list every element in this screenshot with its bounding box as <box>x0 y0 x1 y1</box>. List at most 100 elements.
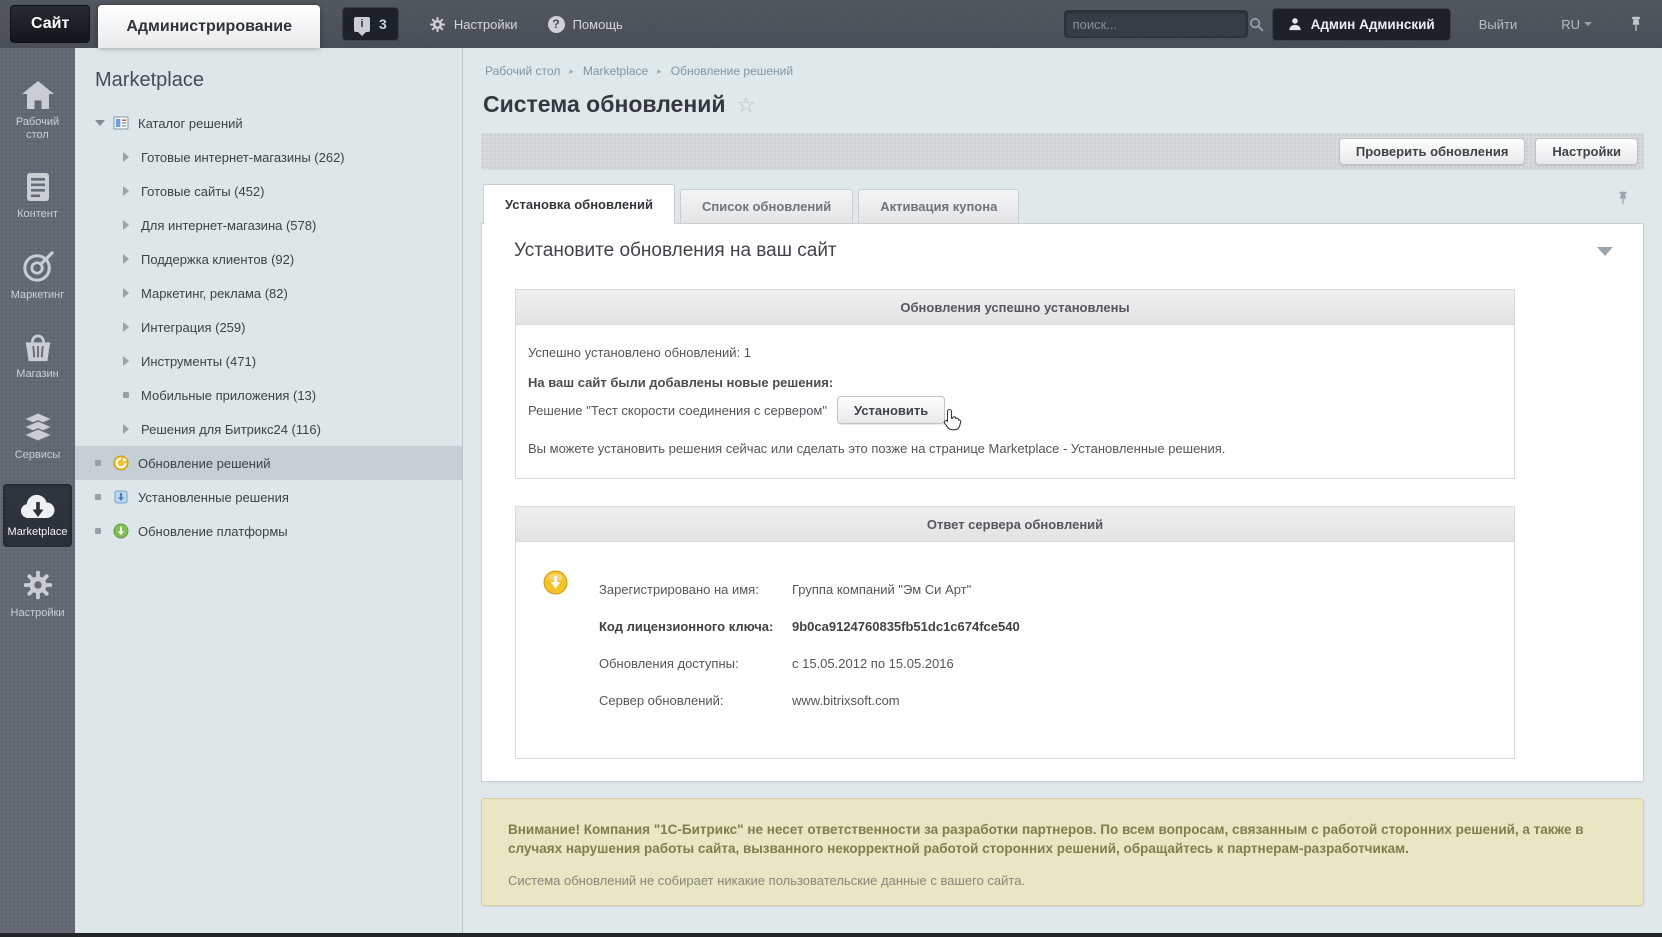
tab-label: Установка обновлений <box>505 197 653 212</box>
document-icon <box>25 172 51 202</box>
rail-item-label: Магазин <box>16 368 59 380</box>
installed-solutions-icon <box>113 489 129 505</box>
breadcrumb-marketplace[interactable]: Marketplace <box>583 64 648 78</box>
topbar-help-label: Помощь <box>572 16 623 32</box>
sidebar-item-for-shop[interactable]: Для интернет-магазина (578) <box>75 208 462 242</box>
triangle-down-icon[interactable] <box>95 120 113 126</box>
sidebar-item-mobile-apps[interactable]: Мобильные приложения (13) <box>75 378 462 412</box>
triangle-right-icon[interactable] <box>123 186 141 196</box>
install-button[interactable]: Установить <box>837 396 946 424</box>
rail-item-content[interactable]: Контент <box>3 164 72 229</box>
help-icon: ? <box>547 15 565 33</box>
page-title: Система обновлений <box>483 91 726 117</box>
tab-install-updates[interactable]: Установка обновлений <box>483 184 675 224</box>
rail-item-label: Сервисы <box>14 449 61 461</box>
server-row-value: 9b0ca9124760835fb51dc1c674fce540 <box>792 619 1020 634</box>
breadcrumb: Рабочий стол ▸ Marketplace ▸ Обновление … <box>485 64 1644 78</box>
sidebar-item-marketing-ads[interactable]: Маркетинг, реклама (82) <box>75 276 462 310</box>
language-selector[interactable]: RU <box>1561 17 1592 32</box>
rail-item-label: Marketplace <box>7 526 68 538</box>
sidebar-item-bitrix24-solutions[interactable]: Решения для Битрикс24 (116) <box>75 412 462 446</box>
user-icon <box>1288 17 1302 31</box>
rail-item-shop[interactable]: Магазин <box>3 324 72 389</box>
logout-label: Выйти <box>1478 16 1518 32</box>
sidebar-item-label: Инструменты (471) <box>141 353 257 369</box>
server-row-registered: Зарегистрировано на имя: Группа компаний… <box>599 582 1494 597</box>
topbar: Сайт Администрирование i 3 Настройки ? П… <box>0 0 1662 48</box>
tab-coupon-activation[interactable]: Активация купона <box>858 189 1020 223</box>
check-updates-button[interactable]: Проверить обновления <box>1338 138 1526 165</box>
sidebar-item-ready-sites[interactable]: Готовые сайты (452) <box>75 174 462 208</box>
user-menu-button[interactable]: Админ Админский <box>1271 7 1451 41</box>
sidebar-item-integration[interactable]: Интеграция (259) <box>75 310 462 344</box>
platform-update-icon <box>113 523 129 539</box>
sidebar-item-client-support[interactable]: Поддержка клиентов (92) <box>75 242 462 276</box>
breadcrumb-separator-icon: ▸ <box>657 65 662 76</box>
rail-item-marketing[interactable]: Маркетинг <box>3 243 72 310</box>
rail-item-settings[interactable]: Настройки <box>3 561 72 628</box>
breadcrumb-current[interactable]: Обновление решений <box>671 64 793 78</box>
triangle-right-icon[interactable] <box>123 254 141 264</box>
topbar-settings-button[interactable]: Настройки <box>429 16 518 33</box>
server-row-label: Зарегистрировано на имя: <box>599 582 759 597</box>
search-input[interactable] <box>1072 16 1249 32</box>
sidebar-item-label: Готовые сайты (452) <box>141 183 265 199</box>
triangle-right-icon[interactable] <box>123 356 141 366</box>
rail-item-marketplace[interactable]: Marketplace <box>3 484 72 547</box>
logout-link[interactable]: Выйти <box>1479 17 1518 32</box>
collapse-section-icon[interactable] <box>1597 246 1613 256</box>
server-row-label: Обновления доступны: <box>599 656 739 671</box>
gear-icon <box>22 569 54 601</box>
title-row: Система обновлений ☆ <box>483 91 1644 118</box>
triangle-right-icon[interactable] <box>123 220 141 230</box>
rail-item-desktop[interactable]: Рабочий стол <box>3 72 72 150</box>
sidebar: Marketplace Каталог решений Готовые инте… <box>75 48 463 933</box>
triangle-right-icon[interactable] <box>123 152 141 162</box>
pin-topbar-icon[interactable] <box>1628 15 1644 33</box>
solution-name: Решение "Тест скорости соединения с серв… <box>528 402 827 418</box>
site-tab-button[interactable]: Сайт <box>10 5 91 43</box>
bullet-icon <box>95 460 113 466</box>
sidebar-item-label: Поддержка клиентов (92) <box>141 251 295 267</box>
triangle-right-icon[interactable] <box>123 424 141 434</box>
main-content: Рабочий стол ▸ Marketplace ▸ Обновление … <box>463 48 1662 933</box>
updates-success-box: Обновления успешно установлены Успешно у… <box>515 289 1515 479</box>
sidebar-item-installed-solutions[interactable]: Установленные решения <box>75 480 462 514</box>
partner-warning-box: Внимание! Компания "1С-Битрикс" не несет… <box>481 798 1644 906</box>
server-row-label: Код лицензионного ключа: <box>599 619 774 634</box>
sidebar-item-solution-updates[interactable]: Обновление решений <box>75 446 462 480</box>
rail-item-services[interactable]: Сервисы <box>3 403 72 470</box>
rail-item-label: Контент <box>17 208 58 220</box>
server-row-update-server: Сервер обновлений: www.bitrixsoft.com <box>599 693 1494 708</box>
admin-tab-label: Администрирование <box>126 17 293 35</box>
added-solutions-line: На ваш сайт были добавлены новые решения… <box>528 375 834 390</box>
triangle-right-icon[interactable] <box>123 322 141 332</box>
mouse-cursor-icon <box>943 408 963 431</box>
sidebar-item-label: Обновление платформы <box>138 523 288 539</box>
triangle-right-icon[interactable] <box>123 288 141 298</box>
toolbar-settings-button[interactable]: Настройки <box>1535 138 1638 165</box>
install-later-note: Вы можете установить решения сейчас или … <box>528 441 1226 456</box>
sidebar-item-label: Готовые интернет-магазины (262) <box>141 149 345 165</box>
notifications-badge[interactable]: i 3 <box>342 7 399 41</box>
sidebar-item-tools[interactable]: Инструменты (471) <box>75 344 462 378</box>
user-name: Админ Админский <box>1310 16 1435 32</box>
tab-updates-list[interactable]: Список обновлений <box>679 189 854 223</box>
pin-form-icon[interactable] <box>1616 189 1630 207</box>
server-box-header: Ответ сервера обновлений <box>516 507 1514 542</box>
sidebar-item-ready-shops[interactable]: Готовые интернет-магазины (262) <box>75 140 462 174</box>
admin-tab-button[interactable]: Администрирование <box>98 5 321 48</box>
topbar-help-button[interactable]: ? Помощь <box>547 15 623 33</box>
sidebar-item-catalog[interactable]: Каталог решений <box>75 106 462 140</box>
search-icon[interactable] <box>1249 17 1264 32</box>
favorite-star-icon[interactable]: ☆ <box>737 93 756 117</box>
sidebar-item-platform-update[interactable]: Обновление платформы <box>75 514 462 548</box>
sidebar-item-label: Установленные решения <box>138 489 289 505</box>
bullet-icon <box>123 392 141 398</box>
topbar-search[interactable] <box>1063 10 1263 38</box>
left-rail: Рабочий стол Контент Маркетинг Магазин С… <box>0 48 75 933</box>
sidebar-menu: Каталог решений Готовые интернет-магазин… <box>75 106 462 548</box>
solution-row: Решение "Тест скорости соединения с серв… <box>528 396 1494 431</box>
breadcrumb-desktop[interactable]: Рабочий стол <box>485 64 560 78</box>
server-row-label: Сервер обновлений: <box>599 693 724 708</box>
